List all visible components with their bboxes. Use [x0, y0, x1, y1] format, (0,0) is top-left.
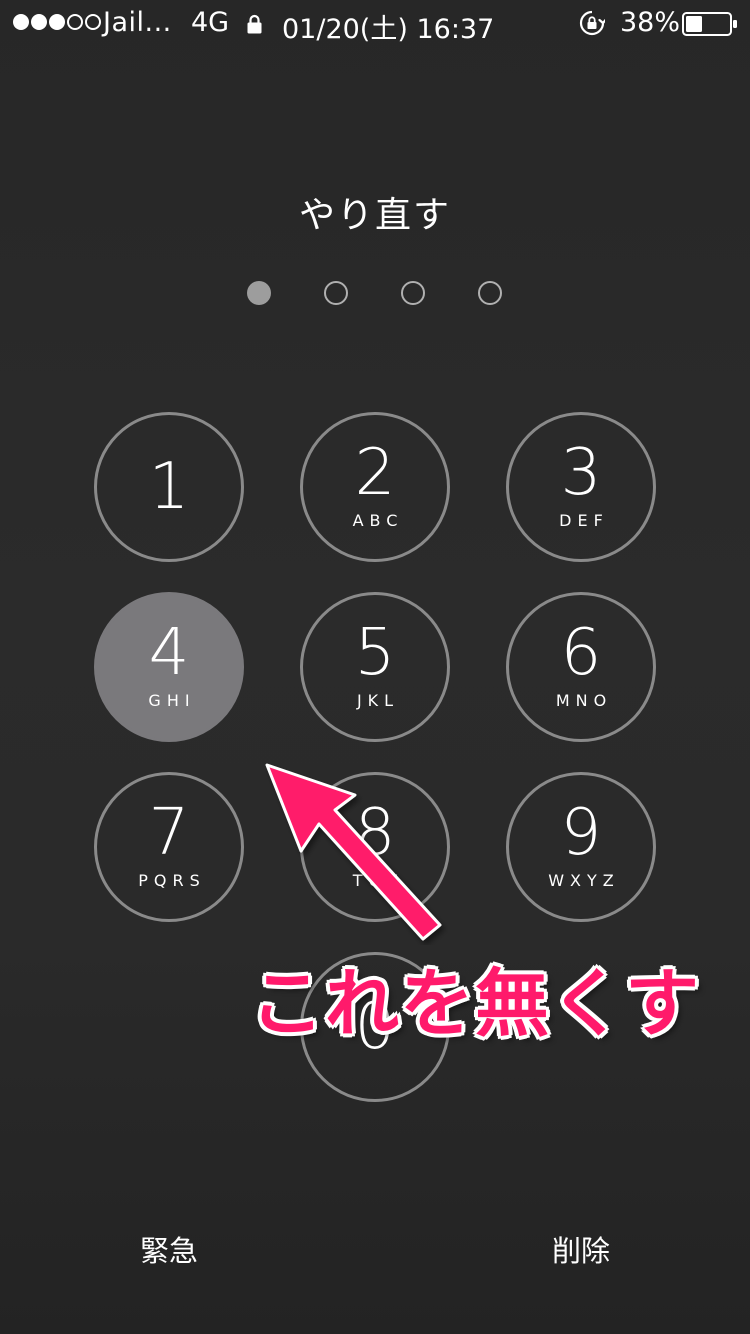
status-bar: Jail... 4G 01/20(土) 16:37 38% [0, 0, 750, 48]
key-digit: 4 [148, 616, 190, 690]
key-letters: PQRS [138, 871, 206, 890]
lock-screen: Jail... 4G 01/20(土) 16:37 38% やり直す 1 2 A… [0, 0, 750, 1334]
passcode-dot [324, 281, 348, 305]
lock-icon [247, 14, 262, 34]
key-4[interactable]: 4 GHI [94, 592, 244, 742]
key-3[interactable]: 3 DEF [506, 412, 656, 562]
key-digit: 1 [148, 450, 190, 524]
signal-dot [67, 14, 83, 30]
key-letters: WXYZ [548, 871, 620, 890]
passcode-title: やり直す [298, 195, 451, 236]
signal-dot [31, 14, 47, 30]
emergency-button[interactable]: 緊急 [140, 1228, 198, 1270]
signal-dot [85, 14, 101, 30]
key-letters: DEF [559, 511, 609, 530]
key-7[interactable]: 7 PQRS [94, 772, 244, 922]
key-letters: GHI [148, 691, 196, 710]
battery-percent: 38% [620, 7, 681, 38]
battery-icon [682, 12, 737, 36]
passcode-dot [478, 281, 502, 305]
key-9[interactable]: 9 WXYZ [506, 772, 656, 922]
annotation-label: これを無くす [250, 961, 700, 1047]
key-digit: 6 [560, 616, 602, 690]
key-2[interactable]: 2 ABC [300, 412, 450, 562]
key-digit: 5 [354, 616, 396, 690]
key-digit: 2 [354, 436, 396, 510]
key-digit: 3 [560, 436, 602, 510]
key-6[interactable]: 6 MNO [506, 592, 656, 742]
passcode-dot [401, 281, 425, 305]
key-5[interactable]: 5 JKL [300, 592, 450, 742]
key-letters: JKL [356, 691, 400, 710]
status-datetime: 01/20(土) 16:37 [282, 14, 495, 45]
key-letters: MNO [555, 691, 613, 710]
rotation-lock-icon [579, 10, 605, 36]
key-1[interactable]: 1 [94, 412, 244, 562]
signal-strength-icon [13, 14, 101, 30]
key-digit: 9 [560, 796, 602, 870]
network-type: 4G [191, 7, 230, 38]
passcode-dot [247, 281, 271, 305]
signal-dot [49, 14, 65, 30]
delete-button[interactable]: 削除 [552, 1228, 610, 1270]
signal-dot [13, 14, 29, 30]
carrier-name: Jail... [103, 7, 172, 38]
key-letters: ABC [352, 511, 404, 530]
key-digit: 7 [148, 796, 190, 870]
annotation-arrow-icon [265, 763, 442, 941]
